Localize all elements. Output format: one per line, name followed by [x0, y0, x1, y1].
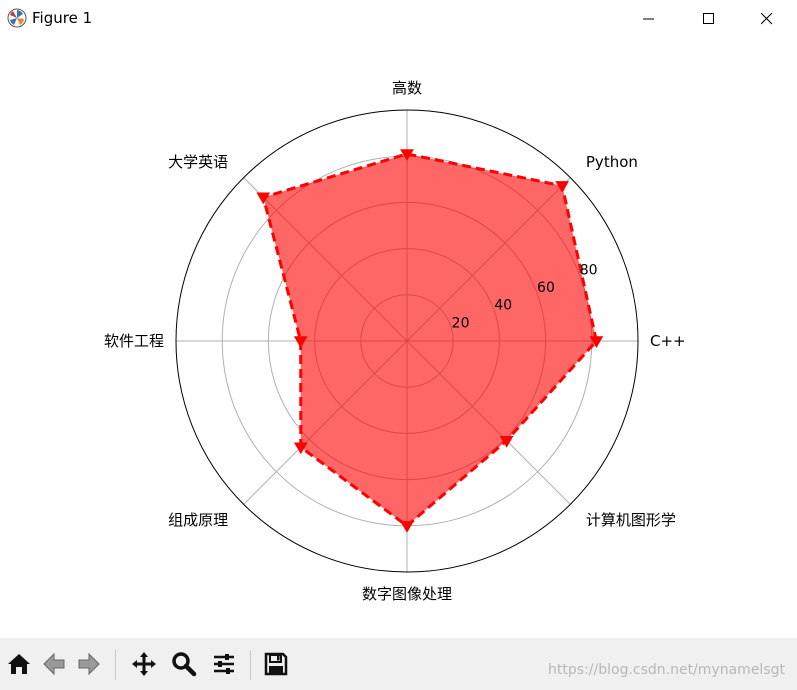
- save-button[interactable]: [260, 648, 292, 680]
- pan-button[interactable]: [128, 648, 160, 680]
- pan-icon: [132, 652, 156, 676]
- matplotlib-logo-icon: [7, 8, 27, 28]
- subplots-icon: [214, 654, 234, 674]
- r-tick-label: 20: [452, 315, 470, 331]
- toolbar-separator: [250, 650, 251, 680]
- category-label-6: 数字图像处理: [362, 585, 452, 603]
- close-button[interactable]: [738, 0, 796, 38]
- category-label-7: 计算机图形学: [586, 511, 676, 529]
- zoom-button[interactable]: [168, 648, 200, 680]
- r-tick-label: 60: [537, 280, 555, 296]
- window-title: Figure 1: [32, 9, 93, 27]
- forward-icon: [78, 652, 100, 676]
- toolbar-separator: [115, 650, 116, 680]
- watermark-text: https://blog.csdn.net/mynamelsgt: [548, 662, 785, 678]
- series-area: [263, 153, 597, 526]
- navigation-toolbar: https://blog.csdn.net/mynamelsgt: [0, 638, 797, 690]
- configure-subplots-button[interactable]: [208, 648, 240, 680]
- home-button[interactable]: [3, 648, 35, 680]
- maximize-icon: [703, 13, 714, 24]
- category-label-3: 大学英语: [168, 153, 228, 171]
- minimize-icon: [643, 18, 654, 20]
- back-button[interactable]: [38, 648, 70, 680]
- category-label-1: Python: [586, 153, 638, 171]
- back-icon: [43, 652, 65, 676]
- category-label-5: 组成原理: [168, 511, 228, 529]
- title-bar: Figure 1: [0, 0, 797, 38]
- save-icon: [264, 652, 288, 676]
- minimize-button[interactable]: [620, 0, 678, 38]
- forward-button[interactable]: [73, 648, 105, 680]
- zoom-icon: [172, 652, 197, 677]
- close-icon: [761, 13, 773, 25]
- category-label-2: 高数: [392, 79, 422, 97]
- radar-chart: 20 40 60 80 C++ Python 高数大学英语软件工程组成原理数字图像处理 计算机…: [104, 79, 686, 603]
- category-label-4: 软件工程: [104, 332, 164, 350]
- home-icon: [8, 654, 30, 674]
- r-tick-label: 80: [580, 262, 598, 278]
- category-label-0: C++: [650, 332, 686, 350]
- maximize-button[interactable]: [680, 0, 738, 38]
- r-tick-label: 40: [494, 298, 512, 314]
- data-point-6: [400, 521, 414, 533]
- figure-canvas[interactable]: 20 40 60 80 C++ Python 高数大学英语软件工程组成原理数字图像处理 计算机…: [0, 38, 797, 636]
